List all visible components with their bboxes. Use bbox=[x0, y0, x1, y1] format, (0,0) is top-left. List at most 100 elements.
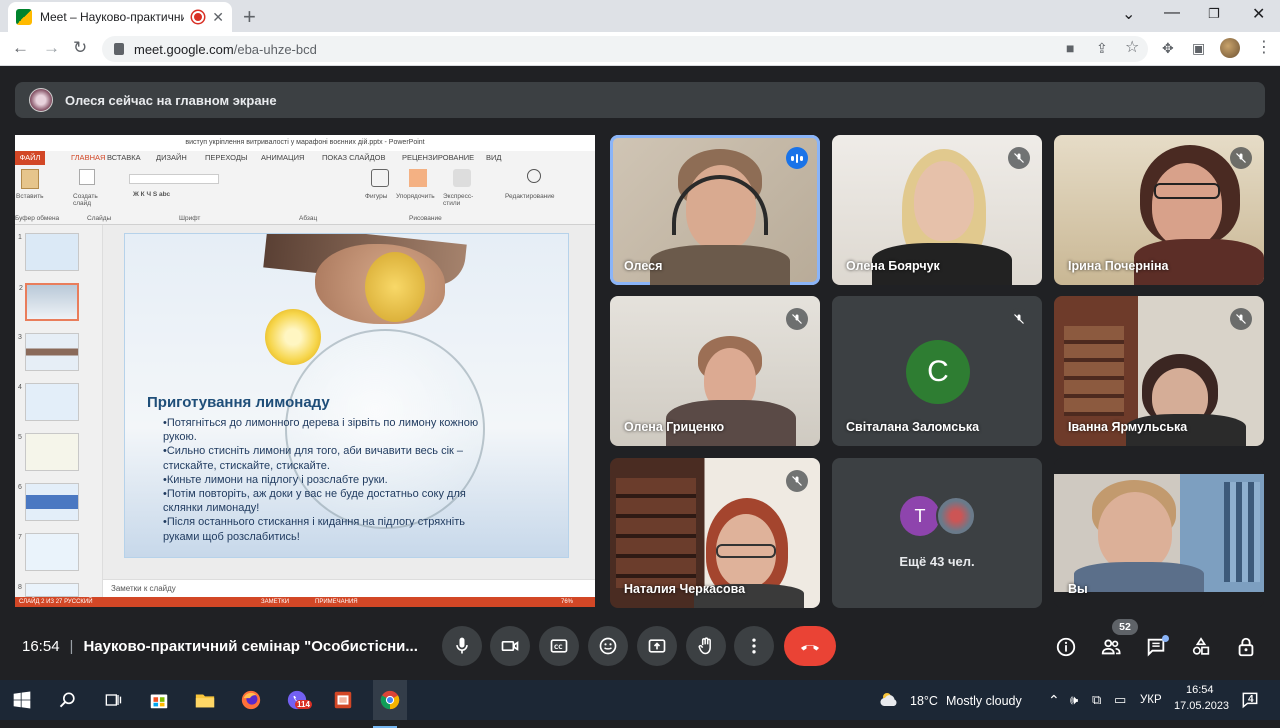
powerpoint-icon bbox=[334, 691, 352, 709]
url-host: meet.google.com bbox=[134, 41, 234, 57]
extensions-puzzle-icon[interactable]: ✥ bbox=[1162, 40, 1174, 57]
close-tab-icon[interactable]: ✕ bbox=[212, 9, 224, 26]
microphone-button[interactable] bbox=[442, 626, 482, 666]
slide-thumbnail-selected[interactable]: 2 bbox=[19, 283, 79, 321]
leave-call-button[interactable] bbox=[784, 626, 836, 666]
powerpoint-window-title: виступ укріплення витривалості у марафон… bbox=[15, 135, 595, 151]
muted-mic-icon bbox=[1230, 147, 1252, 169]
camera-icon bbox=[501, 641, 519, 651]
arrange-icon bbox=[409, 169, 427, 187]
slide-bullet: •Сильно стисніть лимони для того, аби ви… bbox=[163, 445, 464, 472]
participant-tile[interactable]: Іванна Ярмульська bbox=[1054, 296, 1264, 446]
volume-icon[interactable]: 🕪 bbox=[1070, 692, 1078, 708]
viber-button[interactable]: 114 bbox=[285, 688, 312, 712]
slide-title: Приготування лимонаду bbox=[147, 394, 330, 411]
muted-mic-icon bbox=[1008, 147, 1030, 169]
reload-button[interactable]: ↻ bbox=[73, 38, 87, 58]
people-icon bbox=[1101, 639, 1121, 655]
notifications-button[interactable]: 4 bbox=[1238, 688, 1262, 712]
clock-date[interactable]: 17.05.2023 bbox=[1174, 700, 1229, 712]
slide-bullet: •Потягніться до лимонного дерева і зірві… bbox=[163, 417, 479, 444]
share-icon[interactable]: ⇪ bbox=[1096, 40, 1108, 57]
profile-avatar[interactable] bbox=[1220, 38, 1240, 58]
tab-search-chevron-icon[interactable]: ⌄ bbox=[1122, 4, 1135, 24]
browser-tab-meet[interactable]: Meet – Науково-практични ✕ bbox=[8, 2, 232, 32]
new-tab-button[interactable]: + bbox=[243, 4, 256, 30]
ribbon-tab-file: ФАЙЛ bbox=[15, 151, 45, 165]
slide-thumbnail[interactable]: 7 bbox=[18, 533, 79, 571]
microsoft-store-button[interactable] bbox=[147, 688, 171, 712]
address-url: meet.google.com/eba-uhze-bcd bbox=[134, 42, 317, 57]
address-bar[interactable]: meet.google.com/eba-uhze-bcd bbox=[102, 36, 1148, 62]
windows-logo-icon bbox=[13, 691, 31, 709]
reactions-button[interactable] bbox=[588, 626, 628, 666]
host-controls-button[interactable] bbox=[1234, 635, 1258, 659]
file-explorer-button[interactable] bbox=[193, 688, 217, 712]
meeting-title: Науково-практичний семінар "Особистісни.… bbox=[83, 638, 418, 655]
current-slide: Приготування лимонаду •Потягніться до ли… bbox=[124, 233, 569, 558]
slide-thumbnail[interactable]: 4 bbox=[18, 383, 79, 421]
status-slide-info: СЛАЙД 2 ИЗ 27 РУССКИЙ bbox=[19, 599, 93, 605]
side-panel-icon[interactable]: ▣ bbox=[1192, 40, 1205, 57]
back-button[interactable]: ← bbox=[12, 38, 29, 58]
present-screen-button[interactable] bbox=[637, 626, 677, 666]
input-language[interactable]: УКР bbox=[1140, 694, 1162, 706]
browser-tab-title: Meet – Науково-практични bbox=[40, 10, 185, 24]
bookmark-star-icon[interactable]: ☆ bbox=[1125, 37, 1139, 57]
more-options-button[interactable] bbox=[734, 626, 774, 666]
shapes-icon bbox=[371, 169, 389, 187]
forward-button[interactable]: → bbox=[43, 38, 60, 58]
more-participants-tile[interactable]: Т Ещё 43 чел. bbox=[832, 458, 1042, 608]
show-hidden-icons-chevron-icon[interactable]: ⌃ bbox=[1048, 692, 1060, 709]
raise-hand-button[interactable] bbox=[686, 626, 726, 666]
slide-bullet: •Після останнього стискання і кидання на… bbox=[163, 516, 465, 543]
participant-name: Олена Гриценко bbox=[624, 420, 725, 434]
muted-mic-icon bbox=[786, 308, 808, 330]
clock-time[interactable]: 16:54 bbox=[1186, 684, 1214, 696]
emoji-icon bbox=[599, 637, 617, 655]
powerpoint-status-bar: СЛАЙД 2 ИЗ 27 РУССКИЙ ЗАМЕТКИ ПРИМЕЧАНИЯ… bbox=[15, 597, 595, 607]
participant-tile[interactable]: Наталия Черкасова bbox=[610, 458, 820, 608]
slide-thumbnail[interactable]: 5 bbox=[18, 433, 79, 471]
close-window-button[interactable]: ✕ bbox=[1252, 4, 1265, 24]
weather-icon[interactable] bbox=[878, 688, 902, 712]
chrome-button[interactable] bbox=[373, 680, 407, 728]
hand-icon bbox=[698, 637, 711, 655]
notifications-count: 4 bbox=[1248, 694, 1254, 705]
meet-stage: Олеся сейчас на главном экране виступ ук… bbox=[0, 66, 1280, 680]
screen-share-tray-icon[interactable]: ⧉ bbox=[1092, 692, 1101, 708]
camera-button[interactable] bbox=[490, 626, 530, 666]
task-view-button[interactable] bbox=[101, 688, 125, 712]
participant-tile[interactable]: Ірина Почерніна bbox=[1054, 135, 1264, 285]
camera-in-use-icon[interactable]: ■ bbox=[1066, 40, 1074, 56]
weather-description: Mostly cloudy bbox=[946, 694, 1022, 708]
firefox-button[interactable] bbox=[239, 688, 263, 712]
participant-tile[interactable]: С Світалана Заломська bbox=[832, 296, 1042, 446]
participants-button[interactable] bbox=[1099, 635, 1123, 659]
slide-thumbnail[interactable]: 6 bbox=[18, 483, 79, 521]
ribbon-tab-design: ДИЗАЙН bbox=[156, 153, 187, 162]
slide-notes-field: Заметки к слайду bbox=[103, 579, 595, 597]
presenter-avatar bbox=[29, 88, 53, 112]
participant-tile[interactable]: Олена Боярчук bbox=[832, 135, 1042, 285]
url-path: /eba-uhze-bcd bbox=[233, 41, 317, 57]
chrome-menu-icon[interactable]: ⋮ bbox=[1256, 37, 1272, 57]
slide-thumbnail[interactable]: 1 bbox=[18, 233, 79, 271]
slide-thumbnail[interactable]: 3 bbox=[18, 333, 79, 371]
shared-screen-presentation[interactable]: виступ укріплення витривалості у марафон… bbox=[15, 135, 595, 607]
activities-button[interactable] bbox=[1189, 635, 1213, 659]
self-view-tile[interactable]: Вы bbox=[1054, 458, 1264, 608]
powerpoint-button[interactable] bbox=[331, 688, 355, 712]
restore-button[interactable]: ❐ bbox=[1208, 6, 1220, 22]
battery-icon[interactable]: ▭ bbox=[1114, 692, 1126, 708]
minimize-button[interactable]: — bbox=[1164, 4, 1180, 22]
participant-tile[interactable]: Олеся bbox=[610, 135, 820, 285]
windows-start-button[interactable] bbox=[10, 688, 34, 712]
participant-body bbox=[1074, 562, 1204, 592]
participants-count-badge: 52 bbox=[1112, 619, 1138, 635]
search-button[interactable] bbox=[56, 688, 80, 712]
captions-button[interactable]: CC bbox=[539, 626, 579, 666]
participant-tile[interactable]: Олена Гриценко bbox=[610, 296, 820, 446]
meeting-details-button[interactable] bbox=[1054, 635, 1078, 659]
slide-thumbnail[interactable]: 8 bbox=[18, 583, 79, 597]
